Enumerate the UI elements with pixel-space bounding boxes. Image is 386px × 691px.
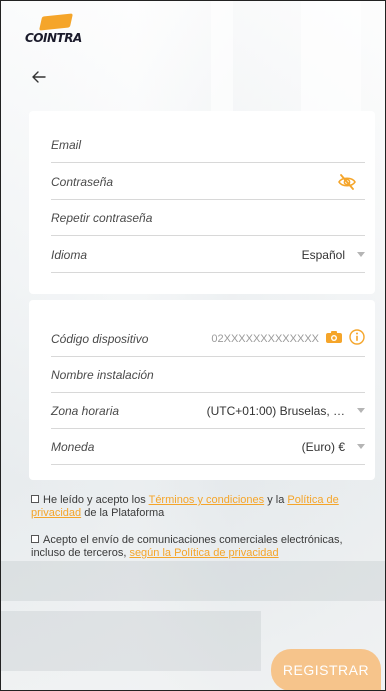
repeat-password-field[interactable]: Repetir contraseña xyxy=(51,200,365,236)
terms-consent: He leído y acepto los Términos y condici… xyxy=(31,494,371,520)
register-button[interactable]: REGISTRAR xyxy=(271,649,381,690)
repeat-password-label: Repetir contraseña xyxy=(51,210,153,225)
terms-checkbox[interactable] xyxy=(31,495,39,503)
language-value: Español xyxy=(301,247,345,262)
installation-card: Código dispositivo 02XXXXXXXXXXXXX Nombr… xyxy=(29,300,375,480)
eye-slash-icon xyxy=(338,173,356,190)
terms-link[interactable]: Términos y condiciones xyxy=(149,494,265,506)
chevron-down-icon xyxy=(357,408,365,413)
installation-name-label: Nombre instalación xyxy=(51,367,154,382)
timezone-label: Zona horaria xyxy=(51,403,120,418)
language-label: Idioma xyxy=(51,247,88,262)
marketing-checkbox[interactable] xyxy=(31,535,39,543)
currency-select[interactable]: Moneda (Euro) € xyxy=(51,429,365,465)
terms-text-middle: y la xyxy=(264,494,288,506)
arrow-left-icon xyxy=(32,71,46,83)
camera-icon xyxy=(326,331,342,343)
email-field[interactable]: Email xyxy=(51,127,365,163)
password-field[interactable]: Contraseña xyxy=(51,164,365,200)
marketing-privacy-link[interactable]: según la Política de privacidad xyxy=(129,547,278,559)
background-decoration xyxy=(301,1,361,111)
timezone-select[interactable]: Zona horaria (UTC+01:00) Bruselas, … xyxy=(51,393,365,429)
password-label: Contraseña xyxy=(51,174,114,189)
background-decoration xyxy=(1,561,385,601)
app-screen: COINTRA Email Contraseña Repetir contras… xyxy=(0,0,386,691)
background-decoration xyxy=(211,1,233,111)
chevron-down-icon xyxy=(357,444,365,449)
installation-name-field[interactable]: Nombre instalación xyxy=(51,357,365,393)
marketing-consent: Acepto el envío de comunicaciones comerc… xyxy=(31,534,371,560)
logo-flag xyxy=(39,13,73,31)
account-card: Email Contraseña Repetir contraseña Idio… xyxy=(29,111,375,294)
back-button[interactable] xyxy=(29,67,49,87)
terms-text-prefix: He leído y acepto los xyxy=(43,494,149,506)
currency-label: Moneda xyxy=(51,439,95,454)
email-label: Email xyxy=(51,137,82,152)
brand-name: COINTRA xyxy=(25,31,82,45)
timezone-value: (UTC+01:00) Bruselas, … xyxy=(206,403,345,418)
device-code-placeholder: 02XXXXXXXXXXXXX xyxy=(211,332,319,345)
scan-code-button[interactable] xyxy=(325,330,343,347)
language-select[interactable]: Idioma Español xyxy=(51,237,365,273)
background-decoration xyxy=(1,611,261,671)
info-button[interactable] xyxy=(349,329,365,348)
device-code-field[interactable]: Código dispositivo 02XXXXXXXXXXXXX xyxy=(51,321,365,357)
device-code-label: Código dispositivo xyxy=(51,331,149,346)
currency-value: (Euro) € xyxy=(301,439,345,454)
chevron-down-icon xyxy=(357,252,365,257)
terms-text-suffix: de la Plataforma xyxy=(81,507,165,519)
brand-logo: COINTRA xyxy=(25,13,85,47)
toggle-password-visibility[interactable] xyxy=(337,173,357,190)
info-icon xyxy=(349,329,365,345)
